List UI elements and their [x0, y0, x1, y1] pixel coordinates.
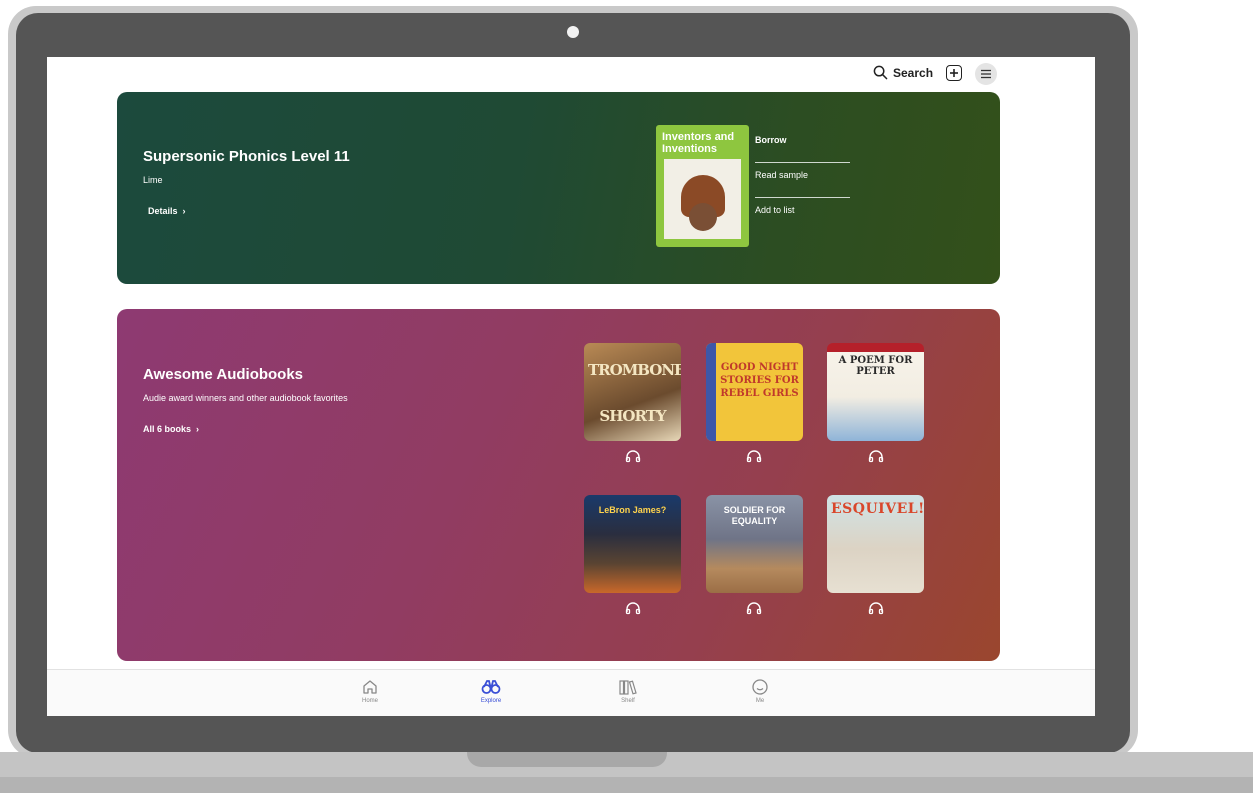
laptop-base-edge — [0, 777, 1253, 793]
cover-illustration — [664, 159, 741, 239]
book-title: ESQUIVEL! — [831, 501, 924, 517]
details-link[interactable]: Details › — [148, 206, 186, 216]
book-title: SOLDIER FOR EQUALITY — [723, 505, 786, 526]
book-cover-a-poem-for-peter[interactable]: A POEM FOR PETER — [827, 343, 924, 441]
books-icon — [619, 680, 637, 695]
featured-subtitle: Lime — [143, 175, 163, 185]
all-books-label: All 6 books — [143, 424, 192, 434]
nav-label-me: Me — [755, 698, 765, 704]
search-icon — [873, 65, 888, 80]
smiley-icon — [752, 679, 768, 695]
featured-book-cover[interactable]: Inventors and Inventions — [656, 125, 749, 247]
add-to-list-button[interactable]: Add to list — [755, 202, 850, 232]
search-button[interactable]: Search — [873, 65, 933, 80]
divider — [755, 162, 850, 163]
book-cover-trombone-shorty[interactable]: TROMBONE SHORTY — [584, 343, 681, 441]
app-screen: Search Supersonic Phonics Level 11 Lime … — [47, 57, 1095, 716]
collection-subtitle: Audie award winners and other audiobook … — [143, 393, 348, 403]
chevron-right-icon: › — [182, 206, 186, 216]
headphones-icon — [868, 601, 884, 615]
nav-home[interactable]: Home — [340, 678, 400, 704]
home-icon — [363, 680, 377, 694]
nav-label-explore: Explore — [480, 698, 502, 704]
book-title: A POEM FOR PETER — [838, 355, 913, 377]
nav-explore[interactable]: Explore — [461, 678, 521, 704]
nav-me[interactable]: Me — [730, 678, 790, 704]
headphones-icon — [868, 449, 884, 463]
cover-title: Inventors and Inventions — [662, 131, 735, 155]
all-books-link[interactable]: All 6 books › — [143, 424, 199, 434]
headphones-icon — [625, 601, 641, 615]
book-cover-rebel-girls[interactable]: GOOD NIGHT STORIES FOR REBEL GIRLS — [706, 343, 803, 441]
plus-square-icon — [950, 69, 958, 77]
camera-icon — [567, 26, 579, 38]
nav-label-shelf: Shelf — [621, 698, 635, 704]
laptop-notch — [467, 752, 667, 767]
headphones-icon — [746, 449, 762, 463]
book-title: TROMBONE SHORTY — [588, 361, 681, 425]
read-sample-button[interactable]: Read sample — [755, 167, 850, 197]
collection-title: Awesome Audiobooks — [143, 366, 304, 383]
book-cover-soldier-for-equality[interactable]: SOLDIER FOR EQUALITY — [706, 495, 803, 593]
search-label: Search — [893, 65, 934, 80]
chevron-right-icon: › — [196, 424, 200, 434]
book-title: GOOD NIGHT STORIES FOR REBEL GIRLS — [720, 362, 799, 399]
featured-actions: Borrow Read sample Add to list — [755, 132, 850, 232]
borrow-button[interactable]: Borrow — [755, 132, 850, 162]
top-bar: Search — [47, 57, 1095, 91]
bottom-nav: Home Explore Shelf Me — [47, 669, 1095, 716]
face-illustration — [689, 203, 717, 231]
headphones-icon — [746, 601, 762, 615]
menu-button[interactable] — [975, 63, 997, 85]
collection-banner: Awesome Audiobooks Audie award winners a… — [117, 309, 1000, 661]
hamburger-menu-icon — [981, 69, 991, 79]
nav-shelf[interactable]: Shelf — [598, 678, 658, 704]
featured-title: Supersonic Phonics Level 11 — [143, 148, 350, 165]
headphones-icon — [625, 449, 641, 463]
divider — [755, 197, 850, 198]
nav-label-home: Home — [361, 698, 378, 704]
spine-stripe — [706, 343, 716, 441]
binoculars-icon — [481, 680, 501, 694]
details-label: Details — [148, 206, 178, 216]
book-cover-lebron-james[interactable]: LeBron James? — [584, 495, 681, 593]
add-button[interactable] — [946, 65, 962, 81]
featured-banner: Supersonic Phonics Level 11 Lime Details… — [117, 92, 1000, 284]
book-title: LeBron James? — [598, 505, 667, 515]
book-cover-esquivel[interactable]: ESQUIVEL! — [827, 495, 924, 593]
